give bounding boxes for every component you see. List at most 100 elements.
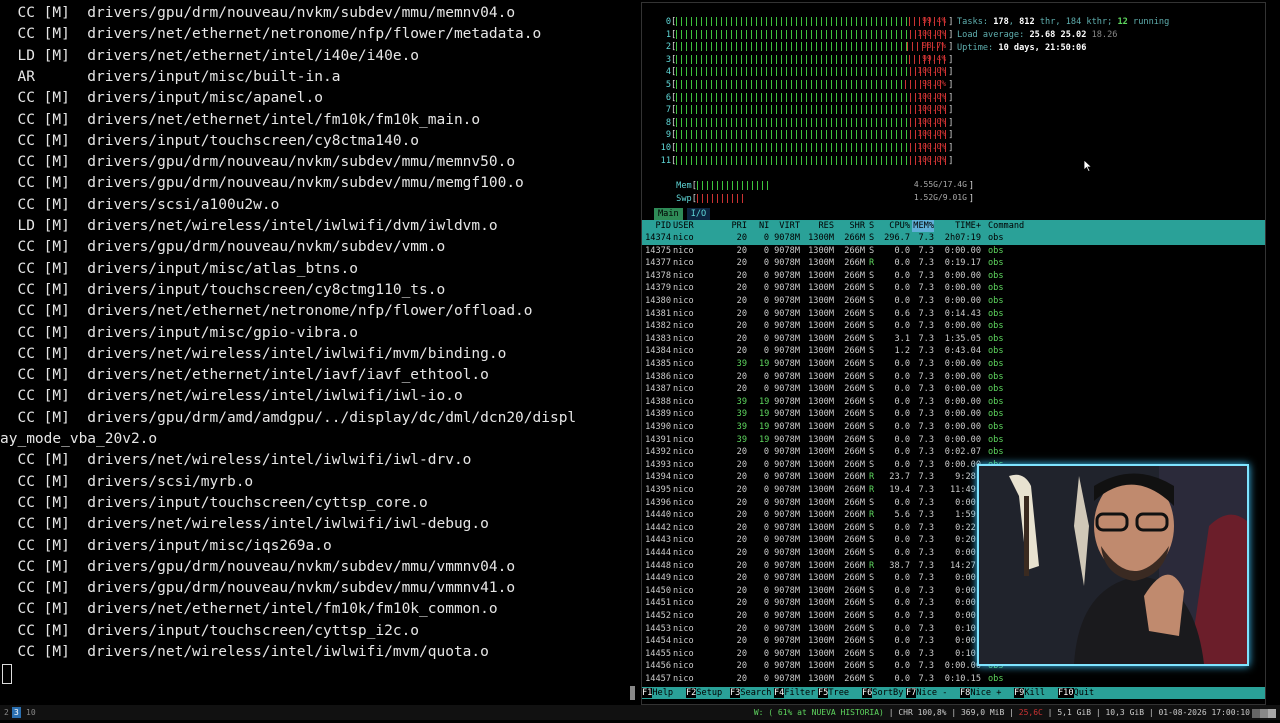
cell: nico: [673, 522, 694, 533]
cell: 39: [736, 409, 747, 420]
cell: 9078M: [774, 472, 800, 483]
process-row[interactable]: 14390 nico 39 19 9078M 1300M 266M S 0.0 7.3 0:00.0…: [642, 421, 1265, 434]
workspace-10[interactable]: 10: [24, 707, 38, 718]
build-line: CC [M] drivers/net/wireless/intel/iwlwif…: [0, 452, 472, 469]
fkey-f6[interactable]: F6SortBy: [862, 687, 906, 699]
workspace-2[interactable]: 2: [2, 707, 11, 718]
fkey-f8[interactable]: F8Nice +: [960, 687, 1014, 699]
process-row[interactable]: 14384 nico 20 0 9078M 1300M 266M S 1.2 7.3 0:43.04…: [642, 345, 1265, 358]
system-tray[interactable]: [1252, 708, 1276, 718]
workspace-3[interactable]: 3: [12, 707, 21, 718]
cell: 266M: [844, 648, 865, 659]
music-status: W: ( 61% at NUEVA HISTORIA): [753, 708, 884, 717]
tab-io[interactable]: I/O: [686, 208, 711, 220]
cell: nico: [673, 636, 694, 647]
cell: 9:28.: [955, 472, 981, 483]
cell: 20: [736, 472, 747, 483]
cell: 14387: [645, 384, 671, 395]
cpu-percent: 100.0%: [917, 130, 947, 139]
cell: 14450: [645, 585, 671, 596]
tab-main[interactable]: Main: [654, 208, 683, 220]
process-row[interactable]: 14389 nico 39 19 9078M 1300M 266M S 0.0 7.3 0:00.0…: [642, 408, 1265, 421]
column-header[interactable]: MEM%: [912, 220, 934, 233]
column-header[interactable]: PRI: [729, 220, 747, 233]
cell: nico: [673, 434, 694, 445]
cell: 39: [736, 359, 747, 369]
cpu-meter-row: 7[100.0%]: [644, 104, 953, 117]
process-row[interactable]: 14391 nico 39 19 9078M 1300M 266M S 0.0 7.3 0:00.0…: [642, 434, 1265, 447]
cell: nico: [673, 409, 694, 420]
fkey-f2[interactable]: F2Setup: [686, 687, 730, 699]
process-row[interactable]: 14387 nico 20 0 9078M 1300M 266M S 0.0 7.3 0:00.00…: [642, 383, 1265, 396]
build-line: CC [M] drivers/net/wireless/intel/iwlwif…: [0, 345, 507, 362]
cell: 0: [763, 346, 769, 357]
column-header[interactable]: VIRT: [772, 220, 800, 233]
process-row[interactable]: 14457 nico 20 0 9078M 1300M 266M S 0.0 7.3 0:10.15…: [642, 673, 1265, 686]
terminal-scrollbar[interactable]: [630, 686, 635, 700]
process-row[interactable]: 14380 nico 20 0 9078M 1300M 266M S 0.0 7.3 0:00.00…: [642, 295, 1265, 308]
cell: 14393: [645, 459, 671, 470]
process-row[interactable]: 14378 nico 20 0 9078M 1300M 266M S 0.0 7.3 0:00.00…: [642, 270, 1265, 283]
cell: 20: [736, 535, 747, 546]
cell: 0.0: [894, 422, 910, 432]
cell: 1300M: [808, 308, 834, 319]
cell: 20: [736, 283, 747, 294]
cell: 9078M: [774, 296, 800, 306]
process-row[interactable]: 14388 nico 39 19 9078M 1300M 266M S 0.0 7.3 0:00.0…: [642, 396, 1265, 409]
cell: S: [869, 623, 875, 634]
column-header[interactable]: CPU%: [880, 220, 910, 233]
fkey-f1[interactable]: F1Help: [642, 687, 686, 699]
column-header[interactable]: SHR: [837, 220, 865, 233]
fkey-f10[interactable]: F10Quit: [1058, 687, 1098, 699]
column-header[interactable]: RES: [802, 220, 834, 233]
process-table-header[interactable]: PID USER PRI NI VIRT RES SHR S CPU% MEM% TIME+ Comm…: [642, 220, 1265, 233]
cell: 20: [736, 447, 747, 458]
process-row[interactable]: 14382 nico 20 0 9078M 1300M 266M S 0.0 7.3 0:00.00…: [642, 320, 1265, 333]
column-header[interactable]: TIME+: [937, 220, 981, 233]
cell: 0.0: [894, 371, 910, 382]
cell: 0:00.00: [944, 321, 981, 332]
process-row[interactable]: 14381 nico 20 0 9078M 1300M 266M S 0.6 7.3 0:14.43…: [642, 308, 1265, 321]
cell: 9078M: [774, 245, 800, 256]
cell: 0.0: [894, 585, 910, 596]
cpu-index: 2: [665, 42, 671, 53]
cell: 266M: [844, 573, 865, 584]
cell: 7.3: [918, 346, 934, 357]
process-row[interactable]: 14392 nico 20 0 9078M 1300M 266M S 0.0 7.3 0:02.07…: [642, 446, 1265, 459]
cell: 7.3: [918, 359, 934, 369]
cell: 0:00.00: [944, 396, 981, 407]
column-header[interactable]: USER: [673, 220, 723, 233]
process-row[interactable]: 14383 nico 20 0 9078M 1300M 266M S 3.1 7.3 1:35.05…: [642, 333, 1265, 346]
cell: nico: [673, 384, 694, 395]
fkey-f5[interactable]: F5Tree: [818, 687, 862, 699]
cell: 0.0: [894, 245, 910, 256]
build-line: CC [M] drivers/input/misc/atlas_btns.o: [0, 260, 358, 277]
cell: 296.7: [884, 233, 910, 243]
column-header[interactable]: NI: [759, 220, 769, 233]
fkey-f4[interactable]: F4Filter: [774, 687, 818, 699]
terminal-pane[interactable]: CC [M] drivers/gpu/drm/nouveau/nvkm/subd…: [0, 0, 636, 705]
cell: 0: [763, 308, 769, 319]
cell: 7.3: [918, 510, 934, 521]
process-row[interactable]: 14379 nico 20 0 9078M 1300M 266M S 0.0 7.3 0:00.00…: [642, 282, 1265, 295]
cell: 20: [736, 333, 747, 344]
process-row[interactable]: 14374 nico 20 0 9078M 1300M 266M S 296.7 7.3 2h07:…: [642, 232, 1265, 245]
fkey-f3[interactable]: F3Search: [730, 687, 774, 699]
cell: nico: [673, 308, 694, 319]
build-line: CC [M] drivers/input/touchscreen/cyttsp_…: [0, 622, 420, 639]
column-header[interactable]: S: [869, 220, 879, 233]
cell: obs: [988, 296, 1004, 306]
build-line: CC [M] drivers/net/ethernet/intel/fm10k/…: [0, 111, 481, 128]
build-line: CC [M] drivers/net/ethernet/intel/fm10k/…: [0, 601, 498, 618]
fkey-f7[interactable]: F7Nice -: [906, 687, 960, 699]
process-row[interactable]: 14377 nico 20 0 9078M 1300M 266M R 0.0 7.3 0:19.17…: [642, 257, 1265, 270]
column-header[interactable]: PID: [642, 220, 671, 233]
cell: 0: [763, 623, 769, 634]
process-row[interactable]: 14386 nico 20 0 9078M 1300M 266M S 0.0 7.3 0:00.00…: [642, 371, 1265, 384]
process-row[interactable]: 14375 nico 20 0 9078M 1300M 266M S 0.0 7.3 0:00.00…: [642, 245, 1265, 258]
fkey-f9[interactable]: F9Kill: [1014, 687, 1058, 699]
cell: 9078M: [774, 560, 800, 571]
mouse-pointer-icon: [1083, 159, 1093, 173]
column-header[interactable]: Command: [988, 220, 1048, 233]
process-row[interactable]: 14385 nico 39 19 9078M 1300M 266M S 0.0 7.3 0:00.0…: [642, 358, 1265, 371]
